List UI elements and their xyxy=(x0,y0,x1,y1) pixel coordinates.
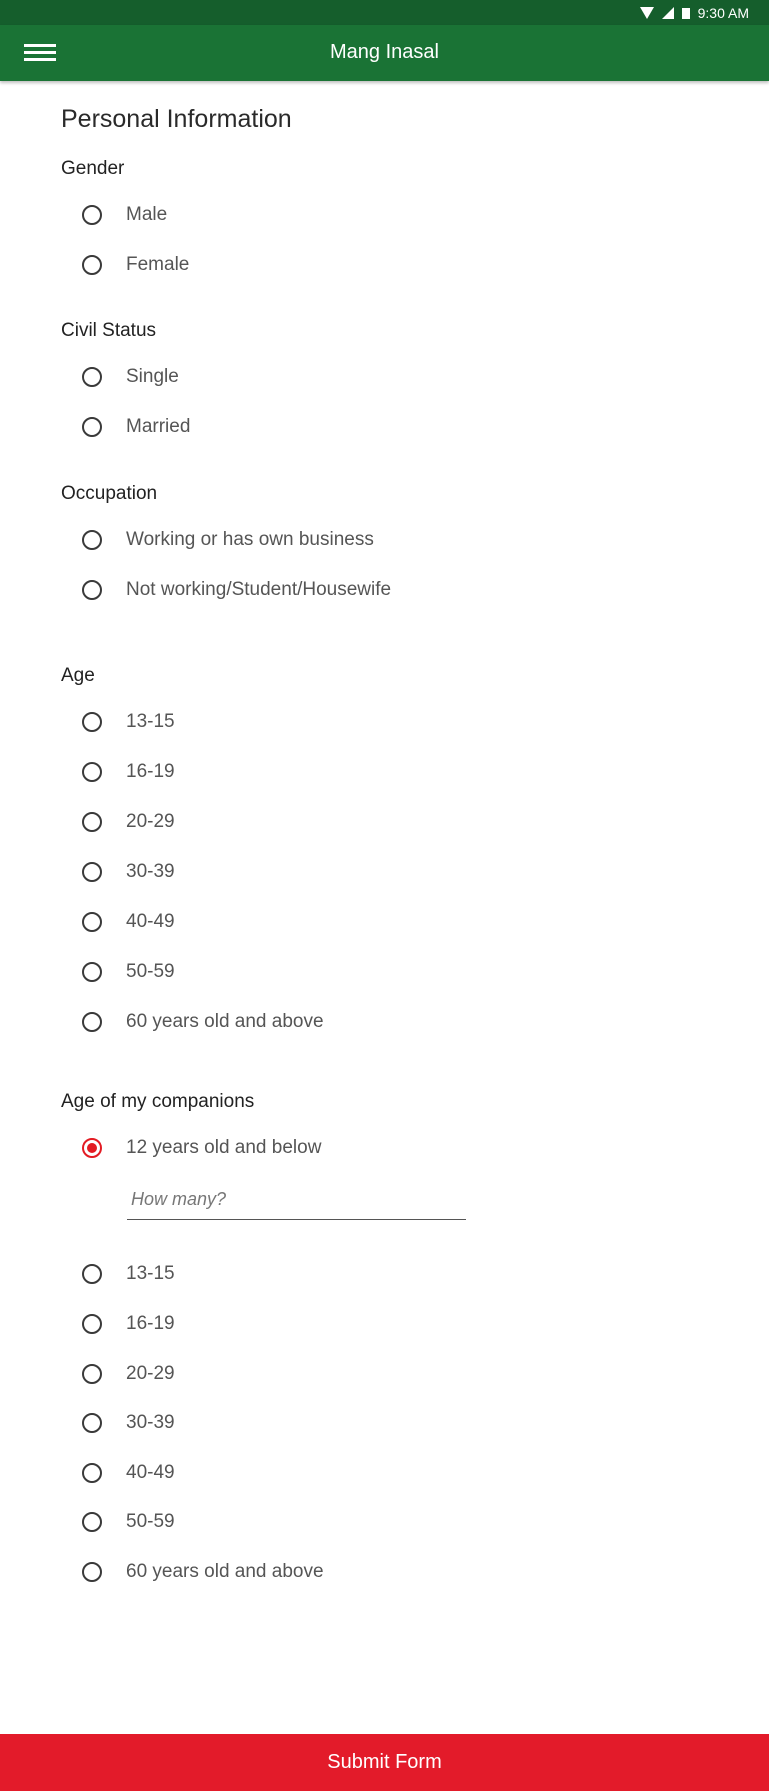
option-label: 20-29 xyxy=(126,811,175,832)
companions-option[interactable]: 16-19 xyxy=(82,1309,175,1339)
age-option[interactable]: 50-59 xyxy=(82,957,175,987)
radio-button[interactable] xyxy=(82,962,102,982)
age-option[interactable]: 16-19 xyxy=(82,757,175,787)
companions-option[interactable]: 13-15 xyxy=(82,1259,175,1289)
companions-option[interactable]: 50-59 xyxy=(82,1507,175,1537)
companions-option[interactable]: 20-29 xyxy=(82,1359,175,1389)
option-label: 16-19 xyxy=(126,1313,175,1334)
age-label: Age xyxy=(61,665,95,686)
section-title: Personal Information xyxy=(61,105,292,133)
submit-form-button[interactable]: Submit Form xyxy=(0,1734,769,1791)
option-label: Single xyxy=(126,366,179,387)
radio-button-checked[interactable] xyxy=(82,1138,102,1158)
option-label: 16-19 xyxy=(126,761,175,782)
radio-button[interactable] xyxy=(82,255,102,275)
option-label: 20-29 xyxy=(126,1363,175,1384)
battery-icon xyxy=(681,8,690,19)
occupation-label: Occupation xyxy=(61,483,158,504)
radio-button[interactable] xyxy=(82,1264,102,1284)
option-label: Working or has own business xyxy=(126,529,374,550)
age-option[interactable]: 60 years old and above xyxy=(82,1007,324,1037)
age-option[interactable]: 20-29 xyxy=(82,807,175,837)
signal-icon xyxy=(661,7,674,19)
civil-status-option-single[interactable]: Single xyxy=(82,362,179,392)
civil-status-label: Civil Status xyxy=(61,320,157,341)
radio-button[interactable] xyxy=(82,812,102,832)
option-label: 12 years old and below xyxy=(126,1137,322,1158)
civil-status-option-married[interactable]: Married xyxy=(82,412,190,442)
option-label: 13-15 xyxy=(126,711,175,732)
age-option[interactable]: 40-49 xyxy=(82,907,175,937)
companions-option[interactable]: 60 years old and above xyxy=(82,1557,324,1587)
option-label: 40-49 xyxy=(126,911,175,932)
option-label: Not working/Student/Housewife xyxy=(126,579,392,600)
radio-button[interactable] xyxy=(82,912,102,932)
option-label: 13-15 xyxy=(126,1263,175,1284)
how-many-input[interactable] xyxy=(127,1180,466,1220)
occupation-option-not-working[interactable]: Not working/Student/Housewife xyxy=(82,575,391,605)
gender-option-female[interactable]: Female xyxy=(82,250,189,280)
app-bar: Mang Inasal xyxy=(0,25,769,81)
option-label: 30-39 xyxy=(126,1412,175,1433)
option-label: 60 years old and above xyxy=(126,1561,324,1582)
radio-button[interactable] xyxy=(82,712,102,732)
companions-option[interactable]: 30-39 xyxy=(82,1408,175,1438)
radio-button[interactable] xyxy=(82,580,102,600)
companions-option[interactable]: 40-49 xyxy=(82,1458,175,1488)
radio-button[interactable] xyxy=(82,1413,102,1433)
radio-button[interactable] xyxy=(82,367,102,387)
option-label: Male xyxy=(126,204,168,225)
wifi-icon xyxy=(639,7,654,19)
status-bar: 9:30 AM xyxy=(0,0,769,25)
radio-button[interactable] xyxy=(82,417,102,437)
age-option[interactable]: 13-15 xyxy=(82,707,175,737)
radio-button[interactable] xyxy=(82,1562,102,1582)
radio-button[interactable] xyxy=(82,1314,102,1334)
option-label: Married xyxy=(126,416,191,437)
occupation-option-working[interactable]: Working or has own business xyxy=(82,525,374,555)
option-label: 40-49 xyxy=(126,1462,175,1483)
gender-option-male[interactable]: Male xyxy=(82,200,167,230)
radio-button[interactable] xyxy=(82,862,102,882)
radio-button[interactable] xyxy=(82,205,102,225)
option-label: Female xyxy=(126,254,190,275)
companions-label: Age of my companions xyxy=(61,1091,255,1112)
radio-button[interactable] xyxy=(82,1012,102,1032)
option-label: 50-59 xyxy=(126,1511,175,1532)
gender-label: Gender xyxy=(61,158,125,179)
companions-option-selected[interactable]: 12 years old and below xyxy=(82,1133,321,1163)
app-title: Mang Inasal xyxy=(330,41,439,63)
radio-button[interactable] xyxy=(82,1512,102,1532)
radio-button[interactable] xyxy=(82,762,102,782)
option-label: 30-39 xyxy=(126,861,175,882)
status-time: 9:30 AM xyxy=(697,5,749,21)
radio-button[interactable] xyxy=(82,1364,102,1384)
radio-button[interactable] xyxy=(82,530,102,550)
option-label: 60 years old and above xyxy=(126,1011,324,1032)
radio-button[interactable] xyxy=(82,1463,102,1483)
age-option[interactable]: 30-39 xyxy=(82,857,175,887)
option-label: 50-59 xyxy=(126,961,175,982)
